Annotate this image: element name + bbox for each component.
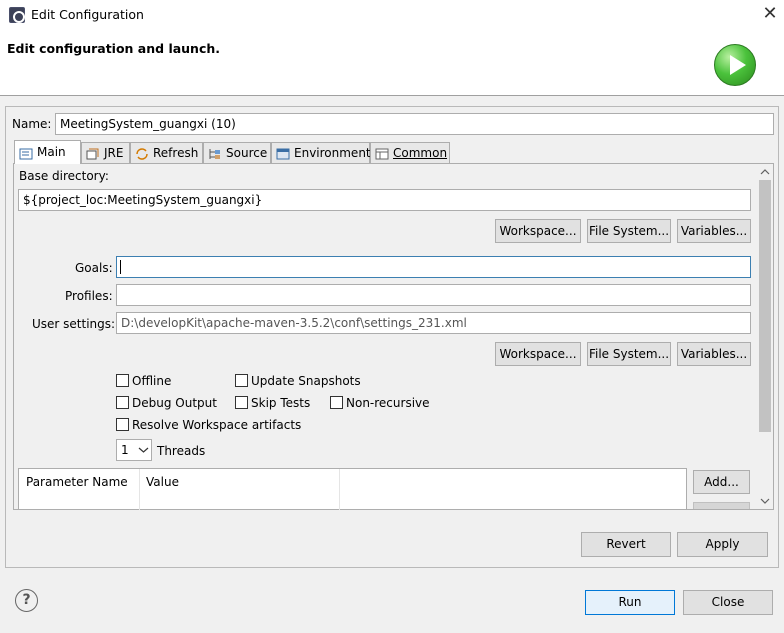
add-parameter-button[interactable]: Add... <box>693 470 750 494</box>
settings-workspace-button[interactable]: Workspace... <box>495 342 581 366</box>
settings-filesystem-button[interactable]: File System... <box>587 342 671 366</box>
jre-icon <box>86 147 100 160</box>
skip-tests-checkbox[interactable] <box>235 396 248 409</box>
threads-chevron-down-icon[interactable] <box>137 441 150 459</box>
update-snapshots-label: Update Snapshots <box>251 374 361 388</box>
base-directory-label: Base directory: <box>19 169 109 183</box>
help-icon[interactable]: ? <box>15 589 38 612</box>
tab-main-label: Main <box>37 145 66 159</box>
non-recursive-label: Non-recursive <box>346 396 430 410</box>
refresh-icon <box>135 147 149 160</box>
param-name-header[interactable]: Parameter Name <box>26 475 128 489</box>
goals-label: Goals: <box>75 261 113 275</box>
offline-checkbox[interactable] <box>116 374 129 387</box>
scroll-up-icon[interactable] <box>759 166 771 178</box>
apply-button[interactable]: Apply <box>677 532 768 557</box>
column-separator <box>139 469 140 510</box>
scrollbar-thumb[interactable] <box>759 180 771 432</box>
run-button[interactable]: Run <box>585 590 675 615</box>
base-directory-input[interactable]: ${project_loc:MeetingSystem_guangxi} <box>18 189 751 211</box>
debug-output-checkbox[interactable] <box>116 396 129 409</box>
tab-main[interactable]: Main <box>14 140 81 164</box>
common-icon <box>375 147 389 160</box>
base-filesystem-button[interactable]: File System... <box>587 219 671 243</box>
user-settings-input[interactable]: D:\developKit\apache-maven-3.5.2\conf\se… <box>116 312 751 334</box>
offline-label: Offline <box>132 374 172 388</box>
main-tab-icon <box>19 147 33 159</box>
tab-source[interactable]: Source <box>203 142 271 163</box>
tab-source-label: Source <box>226 145 268 160</box>
param-value-header[interactable]: Value <box>146 475 179 489</box>
eclipse-app-icon <box>9 7 25 23</box>
update-snapshots-checkbox[interactable] <box>235 374 248 387</box>
tab-refresh-label: Refresh <box>153 145 199 160</box>
threads-label: Threads <box>157 444 206 458</box>
header-title: Edit configuration and launch. <box>7 41 221 56</box>
settings-variables-button[interactable]: Variables... <box>677 342 751 366</box>
tab-environment-label: Environment <box>294 145 371 160</box>
user-settings-label: User settings: <box>32 317 116 331</box>
edit-parameter-button-partial[interactable] <box>693 502 750 509</box>
tab-refresh[interactable]: Refresh <box>130 142 203 163</box>
tab-common[interactable]: Common <box>370 142 450 163</box>
source-icon <box>208 147 222 159</box>
resolve-workspace-checkbox[interactable] <box>116 418 129 431</box>
environment-icon <box>276 147 290 160</box>
profiles-input[interactable] <box>116 284 751 306</box>
non-recursive-checkbox[interactable] <box>330 396 343 409</box>
base-workspace-button[interactable]: Workspace... <box>495 219 581 243</box>
tab-environment[interactable]: Environment <box>271 142 371 163</box>
tab-jre[interactable]: JRE <box>81 142 130 163</box>
dialog-header <box>0 30 784 96</box>
goals-input[interactable] <box>116 256 751 278</box>
resolve-workspace-label: Resolve Workspace artifacts <box>132 418 302 432</box>
window-title: Edit Configuration <box>31 7 144 22</box>
scroll-down-icon[interactable] <box>759 495 771 507</box>
threads-value: 1 <box>121 443 129 457</box>
tab-jre-label: JRE <box>104 145 124 160</box>
profiles-label: Profiles: <box>65 289 113 303</box>
column-separator <box>339 469 340 510</box>
base-variables-button[interactable]: Variables... <box>677 219 751 243</box>
name-input[interactable]: MeetingSystem_guangxi (10) <box>55 113 774 135</box>
debug-output-label: Debug Output <box>132 396 217 410</box>
name-label: Name: <box>12 117 52 131</box>
tab-common-label: Common <box>393 145 448 160</box>
close-button[interactable]: Close <box>683 590 773 615</box>
close-window-icon[interactable]: ✕ <box>756 0 784 30</box>
text-cursor <box>120 260 121 274</box>
skip-tests-label: Skip Tests <box>251 396 311 410</box>
revert-button[interactable]: Revert <box>581 532 671 557</box>
run-banner-icon <box>714 44 756 86</box>
